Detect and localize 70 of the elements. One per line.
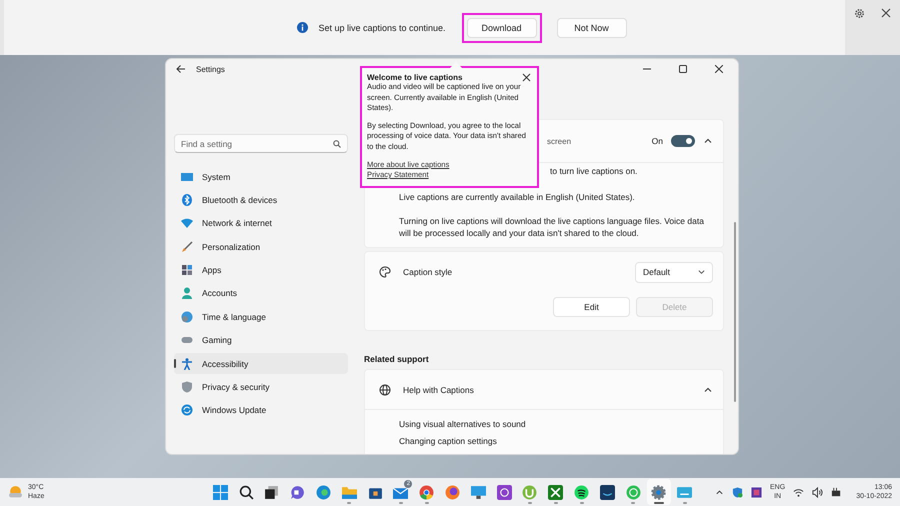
torrent-logo-icon <box>522 484 538 500</box>
close-icon[interactable] <box>881 8 891 18</box>
sidebar-item[interactable]: Bluetooth & devices <box>174 189 348 210</box>
close-button[interactable] <box>522 73 532 83</box>
help-link[interactable]: Changing caption settings <box>399 436 497 446</box>
chat-bubble-icon <box>290 484 306 500</box>
sidebar-item[interactable]: Network & internet <box>174 212 348 234</box>
popup-title: Welcome to live captions <box>367 73 462 82</box>
info-icon <box>297 22 308 33</box>
close-icon[interactable] <box>715 65 723 73</box>
windows-logo-icon <box>212 484 228 500</box>
not-now-button[interactable]: Not Now <box>556 18 627 38</box>
sidebar-item[interactable]: Privacy & security <box>174 376 348 398</box>
setting-label: Caption style <box>403 267 452 277</box>
gear-icon <box>651 484 666 500</box>
wifi-icon[interactable] <box>793 486 804 498</box>
chevron-down-icon <box>698 270 705 274</box>
info-text: Live captions are currently available in English (United States). <box>399 191 636 203</box>
info-text: to turn live captions on. <box>550 166 638 176</box>
help-link[interactable]: Using visual alternatives to sound <box>399 419 526 429</box>
shield-icon <box>181 381 193 394</box>
download-button[interactable]: Download <box>466 18 537 38</box>
video-app-icon <box>600 484 615 500</box>
banner-message: Set up live captions to continue. <box>318 22 446 32</box>
paintbrush-icon <box>181 240 193 253</box>
monitor-icon <box>181 170 193 182</box>
wifi-icon <box>181 217 193 230</box>
person-icon <box>181 287 193 300</box>
search-field[interactable]: Find a setting <box>174 134 348 153</box>
sidebar-item[interactable]: Accessibility <box>174 353 348 374</box>
sidebar-item[interactable]: Apps <box>174 260 348 281</box>
toggle-state-label: On <box>652 136 663 146</box>
help-title: Help with Captions <box>403 384 475 394</box>
sidebar-item[interactable]: Gaming <box>174 330 348 351</box>
sidebar-item[interactable]: System <box>174 166 348 187</box>
xbox-logo-icon <box>548 484 564 500</box>
shield-check-icon[interactable] <box>732 486 744 498</box>
spotify-logo-icon <box>574 484 590 500</box>
search-icon[interactable] <box>333 140 341 148</box>
sidebar-item[interactable]: Accounts <box>174 282 348 304</box>
sidebar-item[interactable]: Windows Update <box>174 400 348 421</box>
chrome-logo-icon <box>419 484 434 500</box>
folder-icon <box>342 484 357 500</box>
sun-cloud-icon <box>8 484 23 500</box>
settings-icon[interactable] <box>854 8 865 19</box>
task-view-icon <box>264 484 280 500</box>
window-title: Settings <box>196 64 226 74</box>
edit-button[interactable]: Edit <box>553 297 630 317</box>
accessibility-icon <box>181 358 193 370</box>
monitor-icon <box>470 484 486 500</box>
app-tile-icon[interactable] <box>751 486 762 498</box>
info-text: Turning on live captions will download the live captions language files. Voice data will be processed locally and your data isn't shared to the cloud. <box>399 215 705 239</box>
back-arrow-icon[interactable] <box>176 64 186 74</box>
search-icon <box>238 484 254 500</box>
sidebar-item[interactable]: Personalization <box>174 236 348 258</box>
section-heading: Related support <box>364 354 430 364</box>
refresh-icon <box>181 404 193 416</box>
app-tile-icon <box>496 484 512 500</box>
toggle-switch[interactable] <box>671 135 695 147</box>
caption-style-dropdown[interactable]: Default <box>635 262 713 282</box>
palette-icon <box>379 266 391 278</box>
caption-window-icon <box>677 484 692 500</box>
apps-icon <box>181 264 193 276</box>
minimize-icon[interactable] <box>643 68 651 70</box>
bluetooth-icon <box>181 194 193 206</box>
speaker-icon[interactable] <box>812 486 824 498</box>
maximize-icon[interactable] <box>679 65 687 73</box>
setting-description: screen <box>547 136 572 146</box>
taskbar-app-button[interactable] <box>646 479 672 505</box>
sidebar-item[interactable]: Time & language <box>174 306 348 328</box>
